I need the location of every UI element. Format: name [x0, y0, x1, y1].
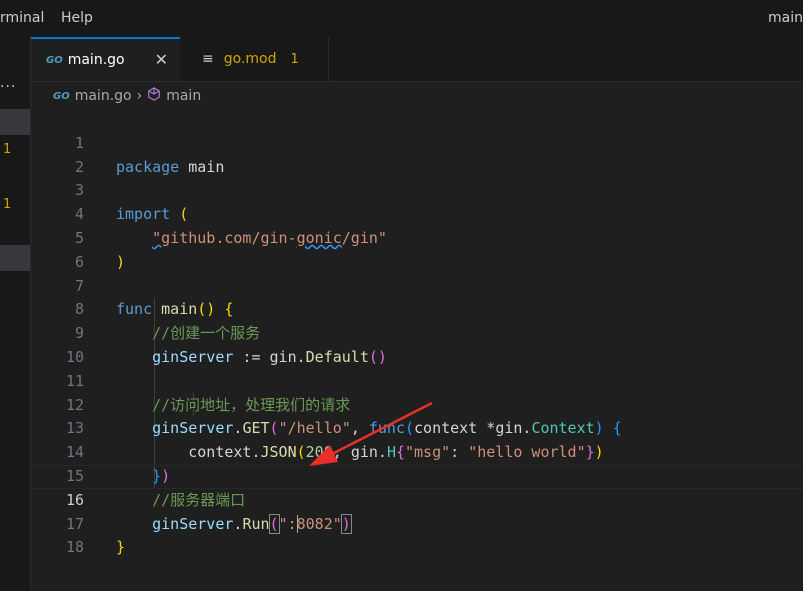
- code-line[interactable]: 7 func main() {: [31, 251, 803, 319]
- problem-count-badge: 1: [3, 197, 12, 212]
- code-line[interactable]: 4 "github.com/gin-gonic/gin": [31, 179, 803, 247]
- tab-label: main.go: [67, 52, 125, 68]
- code-line[interactable]: 14 }): [31, 417, 803, 485]
- explorer-selected-row[interactable]: [0, 109, 30, 135]
- code-line[interactable]: 10: [31, 322, 803, 366]
- code-line[interactable]: 9 ginServer := gin.Default(): [31, 298, 803, 366]
- menu-help[interactable]: Help: [61, 10, 93, 26]
- window-title: main: [768, 10, 803, 26]
- tab-main-go[interactable]: GO main.go ✕: [31, 37, 180, 81]
- code-line[interactable]: 1 package main: [31, 108, 803, 176]
- bracket: }: [116, 538, 126, 557]
- close-icon[interactable]: ✕: [155, 50, 168, 69]
- cube-icon: [147, 87, 161, 105]
- tab-bar: GO main.go ✕ ≡ go.mod 1: [31, 37, 803, 82]
- tab-label: go.mod: [223, 51, 277, 67]
- code-line[interactable]: 15 //服务器端口: [31, 441, 803, 509]
- line-number: 18: [65, 538, 84, 557]
- explorer-panel: ··· 1 1: [0, 37, 31, 591]
- code-line-current[interactable]: 16 ginServer.Run(":8082"): [31, 465, 803, 534]
- code-line[interactable]: 5 ): [31, 203, 803, 271]
- problem-count-badge: 1: [3, 142, 12, 157]
- code-line[interactable]: 17 }: [31, 489, 803, 557]
- go-file-icon: GO: [53, 90, 70, 102]
- code-editor[interactable]: 1 package main 2 3 import ( 4 "github.co…: [31, 108, 803, 557]
- chevron-right-icon: ›: [136, 88, 143, 104]
- code-line[interactable]: 18: [31, 513, 803, 556]
- code-line[interactable]: 8 //创建一个服务: [31, 275, 803, 342]
- code-line[interactable]: 13 context.JSON(200, gin.H{"msg": "hello…: [31, 394, 803, 461]
- code-line[interactable]: 11 //访问地址，处理我们的请求: [31, 346, 803, 414]
- code-line[interactable]: 2: [31, 132, 803, 176]
- code-line[interactable]: 12 ginServer.GET("/hello", func(context …: [31, 370, 803, 438]
- problem-count-badge: 1: [290, 51, 299, 67]
- gomod-file-icon: ≡: [202, 51, 214, 67]
- breadcrumb-symbol[interactable]: main: [166, 88, 201, 104]
- more-actions-icon[interactable]: ···: [0, 79, 16, 95]
- go-file-icon: GO: [46, 54, 63, 66]
- breadcrumb-file[interactable]: main.go: [75, 88, 132, 104]
- explorer-selected-row[interactable]: [0, 245, 30, 271]
- code-line[interactable]: 3 import (: [31, 156, 803, 223]
- tab-go-mod[interactable]: ≡ go.mod 1: [181, 37, 329, 81]
- breadcrumb: GO main.go › main: [53, 86, 201, 106]
- code-line[interactable]: 6: [31, 227, 803, 271]
- menu-terminal[interactable]: rminal: [0, 10, 44, 26]
- menu-bar: rminal Help main: [0, 0, 803, 37]
